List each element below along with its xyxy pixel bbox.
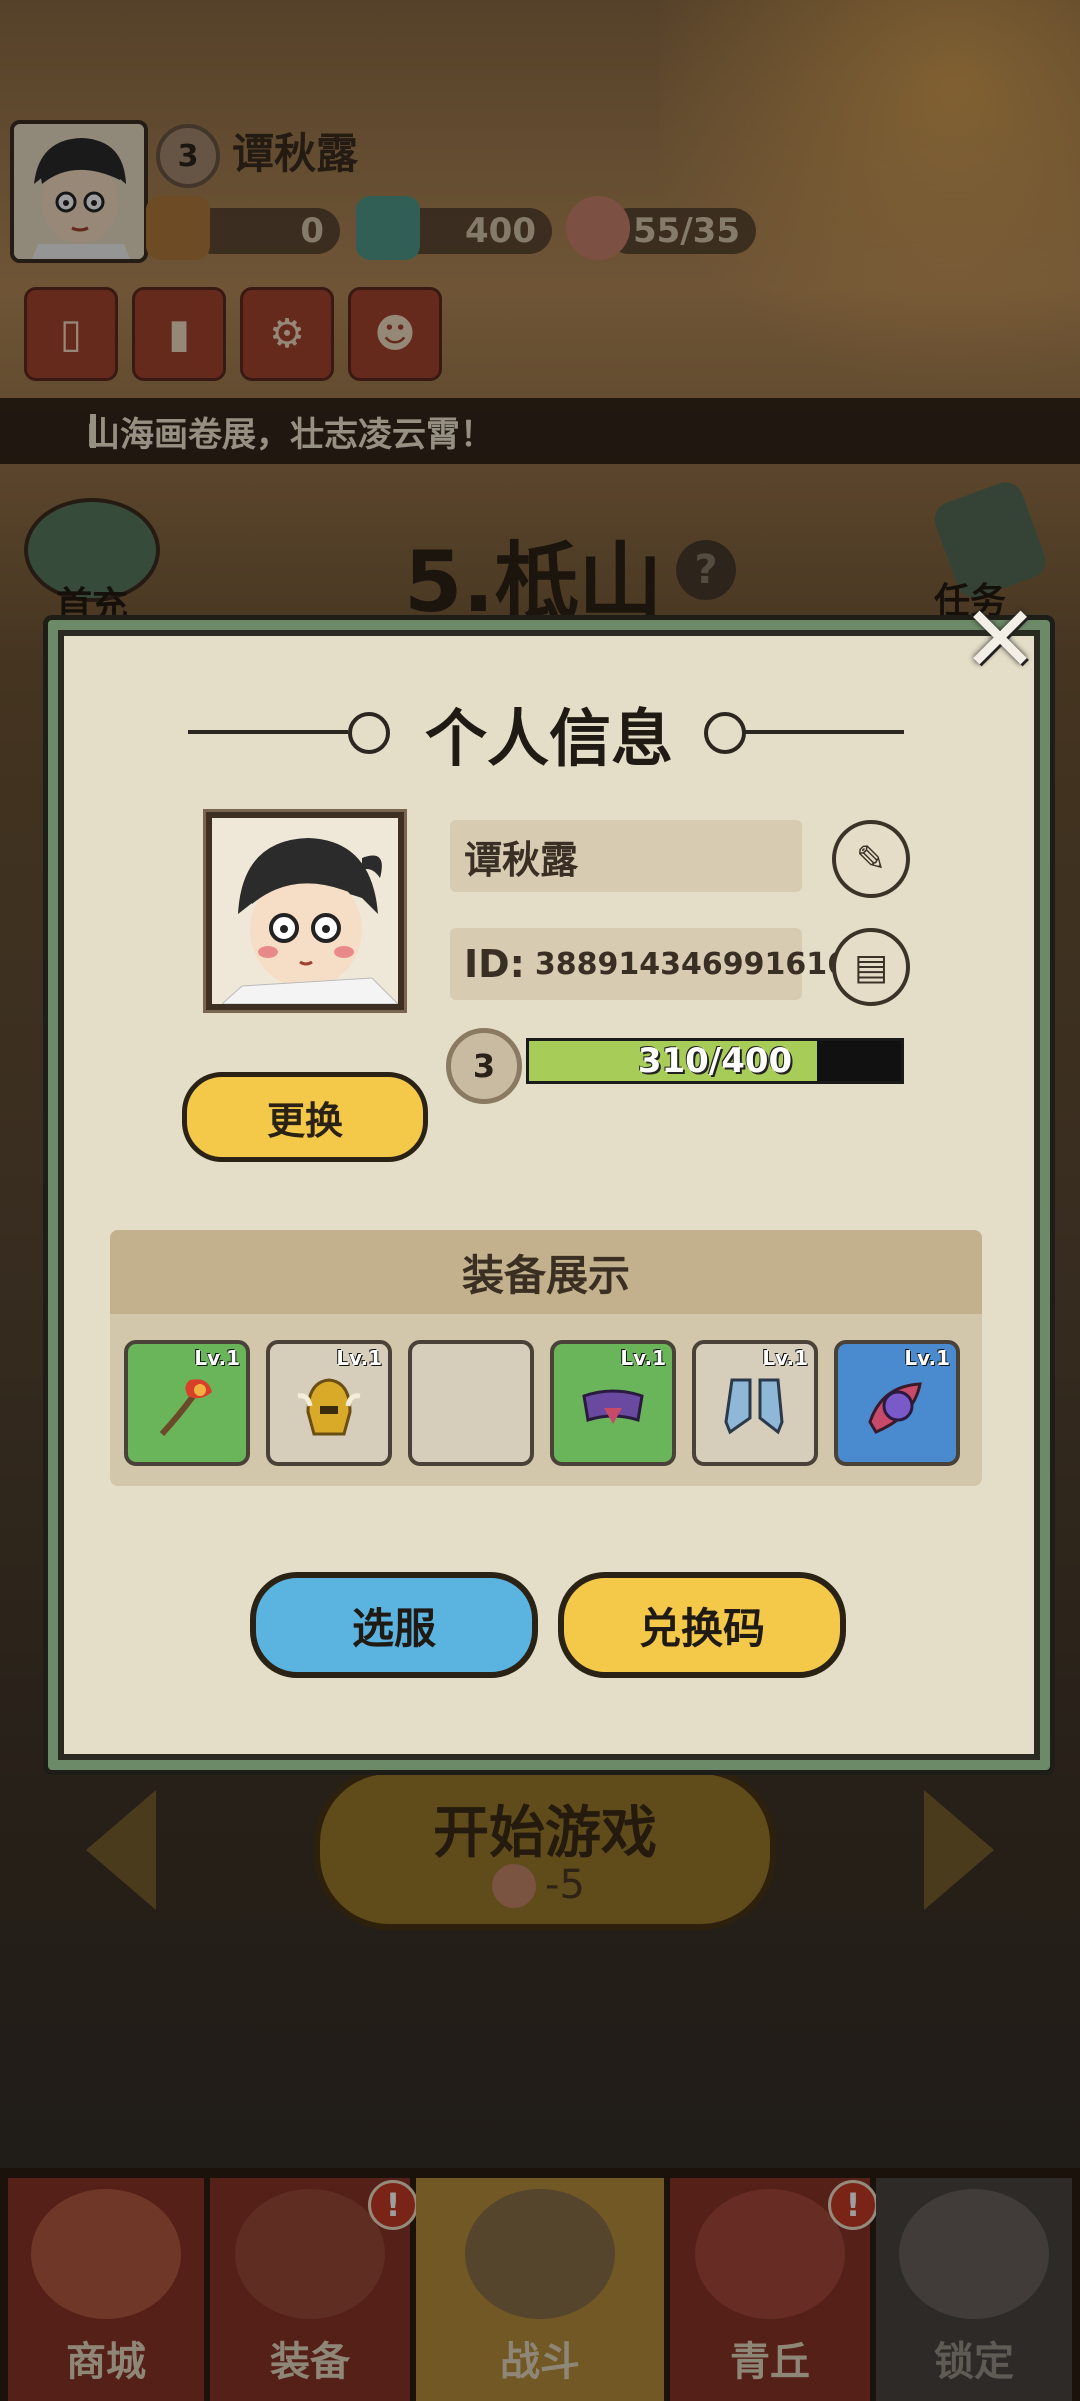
equipment-slot-2[interactable]: Lv.1 bbox=[266, 1340, 392, 1466]
copy-id-icon[interactable]: ▤ bbox=[832, 928, 910, 1006]
id-field: ID: 388914346991616 bbox=[450, 928, 848, 1000]
close-icon[interactable]: ✕ bbox=[960, 594, 1040, 686]
personal-info-dialog: 个人信息 谭秋露 ✎ ID: 388914346991616 ▤ 3 310/4… bbox=[48, 620, 1050, 1770]
edit-name-brush-icon[interactable]: ✎ bbox=[832, 820, 910, 898]
equipment-slot-1[interactable]: Lv.1 bbox=[124, 1340, 250, 1466]
blue-boots-icon bbox=[724, 1378, 784, 1435]
slot-level-label: Lv.1 bbox=[620, 1346, 666, 1370]
slot-level-label: Lv.1 bbox=[336, 1346, 382, 1370]
red-flower-weapon-icon bbox=[159, 1379, 212, 1437]
slot-level-label: Lv.1 bbox=[762, 1346, 808, 1370]
slot-level-label: Lv.1 bbox=[904, 1346, 950, 1370]
change-avatar-button[interactable]: 更换 bbox=[182, 1072, 428, 1162]
equipment-slot-6[interactable]: Lv.1 bbox=[834, 1340, 960, 1466]
name-field: 谭秋露 bbox=[450, 820, 802, 892]
id-label: ID: bbox=[464, 942, 525, 986]
equipment-slot-3-empty[interactable] bbox=[408, 1340, 534, 1466]
gold-helmet-icon bbox=[297, 1378, 361, 1436]
title-line-right bbox=[744, 730, 904, 734]
equipment-display-title: 装备展示 bbox=[110, 1230, 982, 1314]
experience-bar: 310/400 bbox=[526, 1038, 904, 1084]
equipment-slot-4[interactable]: Lv.1 bbox=[550, 1340, 676, 1466]
profile-portrait bbox=[206, 812, 404, 1010]
purple-orb-icon bbox=[868, 1382, 922, 1434]
name-value: 谭秋露 bbox=[464, 837, 579, 882]
select-server-button[interactable]: 选服 bbox=[250, 1572, 538, 1678]
redeem-code-button[interactable]: 兑换码 bbox=[558, 1572, 846, 1678]
slot-level-label: Lv.1 bbox=[194, 1346, 240, 1370]
equipment-display-panel: 装备展示 Lv.1 Lv.1 Lv.1 Lv.1 Lv.1 bbox=[110, 1230, 982, 1486]
experience-text: 310/400 bbox=[637, 1041, 793, 1081]
title-swirl-right bbox=[704, 712, 746, 754]
purple-belt-icon bbox=[582, 1389, 644, 1424]
level-badge: 3 bbox=[446, 1028, 522, 1104]
equipment-slot-5[interactable]: Lv.1 bbox=[692, 1340, 818, 1466]
id-value: 388914346991616 bbox=[534, 946, 849, 982]
